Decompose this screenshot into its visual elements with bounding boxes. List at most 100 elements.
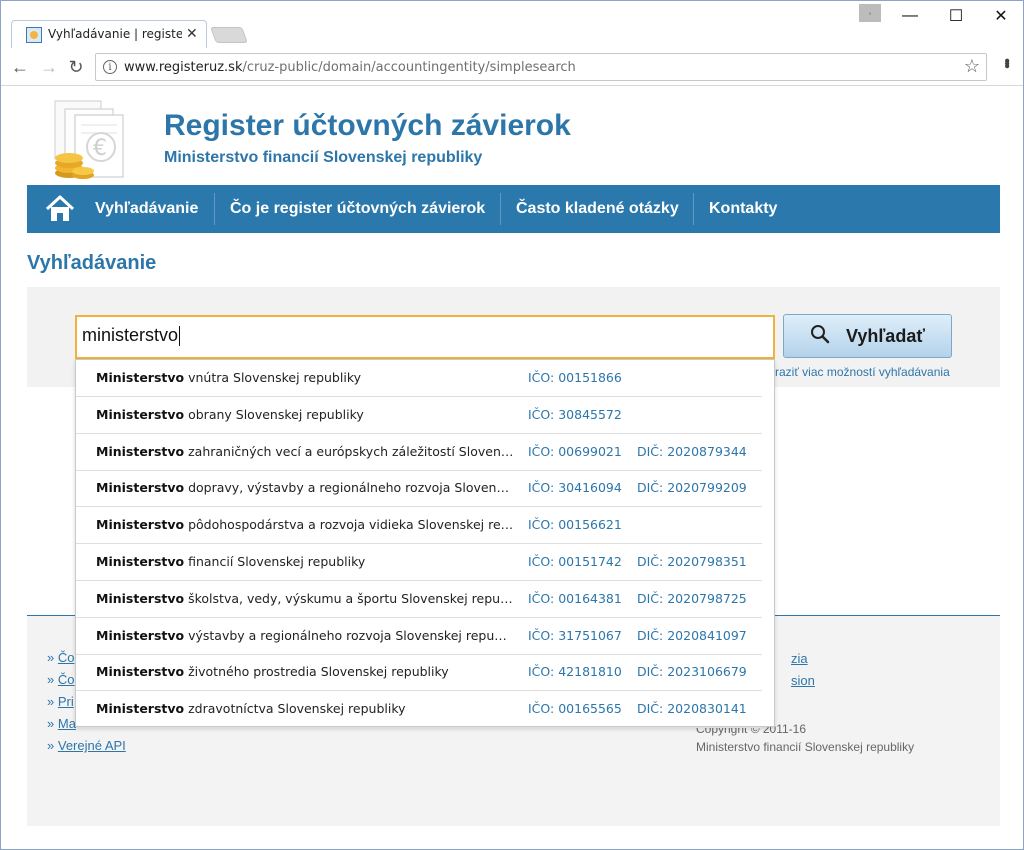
suggestion-match: Ministerstvo <box>96 664 185 680</box>
nav-item-search[interactable]: Vyhľadávanie <box>95 185 198 233</box>
browser-toolbar: ← → ↻ i www.registeruz.sk/cruz-public/do… <box>1 48 1023 86</box>
autocomplete-item[interactable]: Ministerstvo pôdohospodárstva a rozvoja … <box>76 507 776 545</box>
window-extra-button[interactable]: ◦ <box>859 4 881 22</box>
suggestion-ico: IČO: 30416094 <box>528 480 622 496</box>
autocomplete-dropdown: Ministerstvo vnútra Slovenskej republiky… <box>75 359 776 729</box>
bullet: » <box>47 672 55 687</box>
suggestion-rest: pôdohospodárstva a rozvoja vidieka Slove… <box>184 517 514 533</box>
footer-link[interactable]: » Pri <box>47 694 74 709</box>
reload-icon[interactable]: ↻ <box>65 56 87 78</box>
nav-item-faq[interactable]: Často kladené otázky <box>516 185 679 233</box>
suggestion-rest: financií Slovenskej republiky <box>184 554 366 569</box>
advanced-search-link[interactable]: raziť viac možností vyhľadávania <box>775 365 950 379</box>
address-bar[interactable]: i www.registeruz.sk/cruz-public/domain/a… <box>95 53 987 81</box>
bookmark-star-icon[interactable]: ☆ <box>964 56 980 77</box>
bullet: » <box>47 650 55 665</box>
autocomplete-item[interactable]: Ministerstvo školstva, vedy, výskumu a š… <box>76 581 776 618</box>
search-input[interactable]: ministerstvo <box>75 315 775 359</box>
suggestion-name: Ministerstvo životného prostredia Sloven… <box>96 664 514 679</box>
suggestion-name: Ministerstvo pôdohospodárstva a rozvoja … <box>96 517 514 532</box>
suggestion-ico: IČO: 42181810 <box>528 664 622 680</box>
page-heading: Vyhľadávanie <box>27 252 157 274</box>
autocomplete-item[interactable]: Ministerstvo zahraničných vecí a európsk… <box>76 434 776 471</box>
footer-right-link[interactable]: zia <box>791 651 808 666</box>
suggestion-match: Ministerstvo <box>96 406 185 422</box>
suggestion-match: Ministerstvo <box>96 627 185 643</box>
suggestion-match: Ministerstvo <box>96 590 185 606</box>
suggestion-match: Ministerstvo <box>96 480 185 496</box>
nav-item-contacts[interactable]: Kontakty <box>709 185 777 233</box>
suggestion-rest: životného prostredia Slovenskej republik… <box>184 664 449 680</box>
forward-icon[interactable]: → <box>38 56 60 78</box>
suggestion-ico: IČO: 30845572 <box>528 406 622 422</box>
site-logo[interactable]: € <box>47 95 127 183</box>
autocomplete-item[interactable]: Ministerstvo výstavby a regionálneho roz… <box>76 618 776 655</box>
footer-link[interactable]: » Ma <box>47 716 76 731</box>
site-title[interactable]: Register účtovných závierok <box>164 109 571 143</box>
suggestion-dic: DIČ: 2020879344 <box>637 443 747 459</box>
favicon-icon <box>26 27 42 43</box>
autocomplete-item[interactable]: Ministerstvo obrany Slovenskej republiky… <box>76 397 776 434</box>
url-text[interactable]: www.registeruz.sk/cruz-public/domain/acc… <box>124 60 576 75</box>
autocomplete-item[interactable]: Ministerstvo dopravy, výstavby a regioná… <box>76 470 776 508</box>
browser-window: Vyhľadávanie | registeruz ✕ ◦ — ☐ ✕ ← → … <box>0 0 1024 850</box>
nav-divider <box>500 193 501 225</box>
suggestion-ico: IČO: 00164381 <box>528 590 622 606</box>
footer-link-public-api[interactable]: » Verejné API <box>47 738 126 753</box>
browser-tab[interactable]: Vyhľadávanie | registeruz ✕ <box>11 20 207 48</box>
bullet: » <box>47 738 55 753</box>
bullet: » <box>47 694 55 709</box>
main-navbar: Vyhľadávanie Čo je register účtovných zá… <box>27 185 1000 233</box>
suggestion-match: Ministerstvo <box>96 554 185 569</box>
back-icon[interactable]: ← <box>9 56 31 78</box>
suggestion-ico: IČO: 00151742 <box>528 554 622 569</box>
magnifier-icon <box>810 324 830 349</box>
footer-link-text[interactable]: Verejné API <box>58 738 126 753</box>
suggestion-name: Ministerstvo financií Slovenskej republi… <box>96 554 514 569</box>
svg-text:€: € <box>93 136 107 161</box>
suggestion-rest: výstavby a regionálneho rozvoja Slovensk… <box>184 627 514 643</box>
minimize-icon[interactable]: — <box>887 1 933 31</box>
info-icon[interactable]: i <box>103 60 117 74</box>
tab-close-icon[interactable]: ✕ <box>186 25 198 42</box>
autocomplete-item[interactable]: Ministerstvo zdravotníctva Slovenskej re… <box>76 691 776 729</box>
footer-link-text[interactable]: Ma <box>58 716 76 731</box>
autocomplete-item[interactable]: Ministerstvo vnútra Slovenskej republiky… <box>76 360 776 397</box>
suggestion-match: Ministerstvo <box>96 443 185 459</box>
home-icon[interactable] <box>45 195 75 223</box>
suggestion-match: Ministerstvo <box>96 517 185 533</box>
nav-divider <box>214 193 215 225</box>
suggestion-ico: IČO: 00156621 <box>528 517 622 533</box>
browser-menu-icon[interactable]: ••• <box>997 58 1015 66</box>
suggestion-name: Ministerstvo dopravy, výstavby a regioná… <box>96 480 514 495</box>
suggestion-ico: IČO: 00699021 <box>528 443 622 459</box>
footer-right-link[interactable]: sion <box>791 673 815 688</box>
footer-link-text[interactable]: Čo <box>58 650 75 665</box>
suggestion-name: Ministerstvo vnútra Slovenskej republiky <box>96 370 514 385</box>
suggestion-ico: IČO: 00165565 <box>528 701 622 717</box>
suggestion-rest: zdravotníctva Slovenskej republiky <box>184 701 406 717</box>
suggestion-rest: obrany Slovenskej republiky <box>184 406 364 422</box>
row-divider <box>76 727 762 729</box>
footer-link[interactable]: » Čo <box>47 650 74 665</box>
autocomplete-item[interactable]: Ministerstvo životného prostredia Sloven… <box>76 654 776 692</box>
autocomplete-item[interactable]: Ministerstvo financií Slovenskej republi… <box>76 544 776 581</box>
new-tab-button[interactable] <box>210 27 248 43</box>
maximize-icon[interactable]: ☐ <box>933 1 979 31</box>
text-caret <box>179 326 181 347</box>
suggestion-dic: DIČ: 2023106679 <box>637 664 747 680</box>
suggestion-ico: IČO: 00151866 <box>528 370 622 385</box>
site-subtitle: Ministerstvo financií Slovenskej republi… <box>164 149 483 166</box>
search-button[interactable]: Vyhľadať <box>783 314 952 358</box>
tab-title: Vyhľadávanie | registeruz <box>48 27 182 41</box>
footer-link-text[interactable]: Pri <box>58 694 74 709</box>
footer-link-text[interactable]: Čo <box>58 672 75 687</box>
suggestion-match: Ministerstvo <box>96 701 185 717</box>
nav-item-about[interactable]: Čo je register účtovných závierok <box>230 185 485 233</box>
suggestion-dic: DIČ: 2020798351 <box>637 554 747 569</box>
suggestion-name: Ministerstvo zahraničných vecí a európsk… <box>96 444 514 459</box>
suggestion-rest: dopravy, výstavby a regionálneho rozvoja… <box>184 480 514 496</box>
footer-link[interactable]: » Čo <box>47 672 74 687</box>
suggestion-match: Ministerstvo <box>96 370 185 385</box>
close-window-icon[interactable]: ✕ <box>978 1 1023 31</box>
